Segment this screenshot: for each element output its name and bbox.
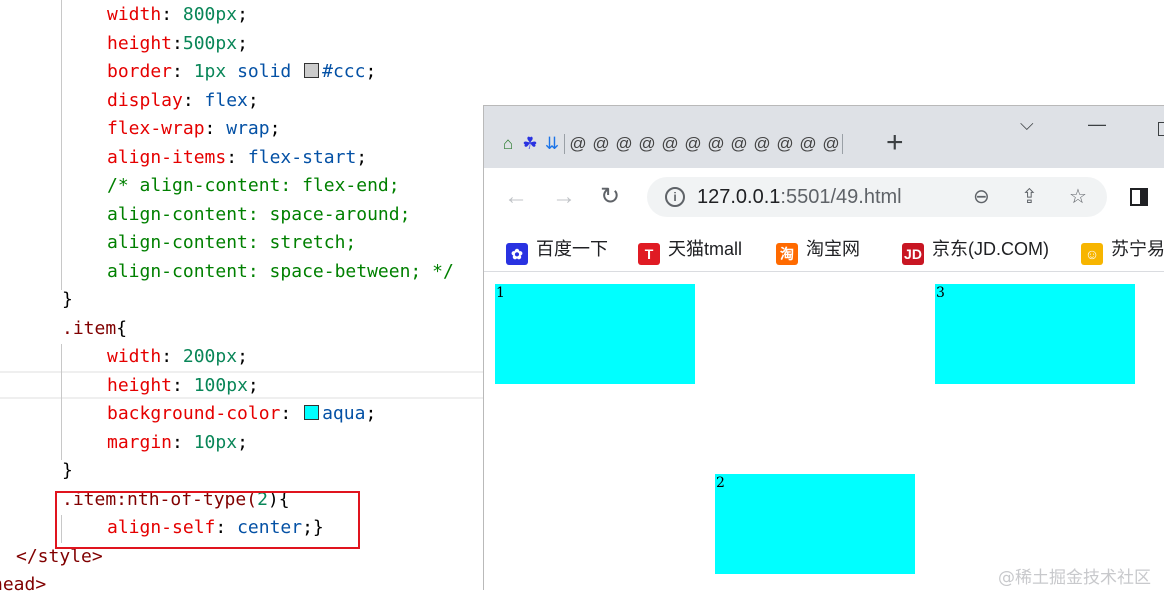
- css-property: flex-wrap: [107, 118, 205, 139]
- indent-guide: [61, 0, 62, 290]
- browser-window[interactable]: ⌂ ☘ ⇊ @ @ @ @ @ @ @ @ @ @ @ @ + ⌵ — ← → …: [483, 105, 1164, 590]
- css-value: wrap: [226, 118, 270, 139]
- css-property: display: [107, 90, 183, 111]
- css-property: width: [107, 4, 162, 25]
- generic-tab-icon[interactable]: @: [775, 131, 795, 157]
- code-comment[interactable]: /* align-content: flex-end;: [107, 172, 400, 200]
- css-property: border: [107, 61, 173, 82]
- address-bar[interactable]: i 127.0.0.1:5501/49.html ⊖ ⇪ ☆: [647, 177, 1107, 217]
- css-value: 200px: [182, 346, 238, 367]
- css-value: flex: [204, 90, 248, 111]
- url-text[interactable]: 127.0.0.1:5501/49.html: [697, 186, 902, 209]
- highlight-annotation-box: [55, 491, 360, 549]
- baidu-paw-icon[interactable]: ☘: [520, 131, 540, 157]
- css-property: height: [107, 375, 173, 396]
- code-line[interactable]: width: 800px;: [107, 1, 248, 29]
- jd-icon: JD: [902, 243, 924, 265]
- css-value: 1px: [193, 61, 227, 82]
- site-info-icon[interactable]: i: [665, 187, 685, 207]
- generic-tab-icon[interactable]: @: [637, 131, 657, 157]
- generic-tab-icon[interactable]: @: [614, 131, 634, 157]
- css-value: 800px: [182, 4, 238, 25]
- code-line[interactable]: margin: 10px;: [107, 429, 248, 457]
- baidu-icon: ✿: [506, 243, 528, 265]
- css-value: 100px: [193, 375, 248, 396]
- closing-brace[interactable]: }: [62, 286, 73, 314]
- bookmark-star-icon[interactable]: ☆: [1069, 184, 1087, 209]
- generic-tab-icon[interactable]: @: [660, 131, 680, 157]
- flex-item-box: 3: [935, 284, 1135, 384]
- home-ie-icon[interactable]: ⌂: [498, 131, 518, 157]
- code-line[interactable]: background-color: aqua;: [107, 400, 376, 428]
- code-comment[interactable]: align-content: space-between; */: [107, 258, 454, 286]
- generic-tab-icon[interactable]: @: [729, 131, 749, 157]
- css-value: #ccc: [322, 61, 366, 82]
- generic-tab-icon[interactable]: @: [568, 131, 588, 157]
- tab-divider: [842, 134, 843, 154]
- code-line[interactable]: width: 200px;: [107, 343, 248, 371]
- code-comment[interactable]: align-content: stretch;: [107, 229, 356, 257]
- bookmark-item[interactable]: ☺ 苏宁易: [1081, 236, 1164, 265]
- code-line[interactable]: border: 1px solid #ccc;: [107, 58, 376, 86]
- css-value: solid: [237, 61, 292, 82]
- tab-strip: ⌂ ☘ ⇊ @ @ @ @ @ @ @ @ @ @ @ @ + ⌵ —: [484, 106, 1164, 168]
- generic-tab-icon[interactable]: @: [683, 131, 703, 157]
- generic-tab-icon[interactable]: @: [821, 131, 841, 157]
- css-value: 10px: [193, 432, 238, 453]
- bookmark-item[interactable]: JD 京东(JD.COM): [902, 236, 1049, 265]
- css-value: flex-start: [247, 147, 357, 168]
- bookmark-item[interactable]: T 天猫tmall: [638, 236, 742, 265]
- forward-arrow-icon[interactable]: →: [552, 182, 576, 212]
- flex-item-box: 2: [715, 474, 915, 574]
- code-line[interactable]: height: 100px;: [107, 372, 259, 400]
- bookmark-item[interactable]: ✿ 百度一下: [506, 236, 608, 265]
- css-selector: .item: [62, 318, 117, 339]
- code-line[interactable]: display: flex;: [107, 87, 259, 115]
- generic-tab-icon[interactable]: @: [752, 131, 772, 157]
- back-arrow-icon[interactable]: ←: [504, 182, 528, 212]
- code-line[interactable]: .item{: [62, 315, 127, 343]
- css-property: background-color: [107, 403, 281, 424]
- code-line[interactable]: height:500px;: [107, 30, 248, 58]
- code-comment[interactable]: align-content: space-around;: [107, 201, 410, 229]
- side-panel-icon[interactable]: [1130, 188, 1148, 206]
- css-property: height: [107, 33, 173, 54]
- code-line[interactable]: align-items: flex-start;: [107, 144, 367, 172]
- page-viewport[interactable]: 1 3 2: [484, 273, 1164, 590]
- minimize-button[interactable]: —: [1088, 114, 1106, 135]
- share-icon[interactable]: ⇪: [1021, 184, 1038, 209]
- watermark-text: @稀土掘金技术社区: [998, 568, 1151, 588]
- css-value: aqua: [322, 403, 366, 424]
- color-swatch[interactable]: [304, 405, 320, 420]
- new-tab-button[interactable]: +: [886, 128, 904, 158]
- css-property: align-items: [107, 147, 227, 168]
- closing-brace[interactable]: }: [62, 457, 73, 485]
- generic-tab-icon[interactable]: @: [706, 131, 726, 157]
- head-close-tag[interactable]: head>: [0, 571, 46, 599]
- taobao-icon: 淘: [776, 243, 798, 265]
- generic-tab-icon[interactable]: @: [798, 131, 818, 157]
- color-swatch[interactable]: [304, 63, 320, 78]
- tab-divider: [564, 134, 565, 154]
- download-icon[interactable]: ⇊: [542, 131, 562, 157]
- css-property: width: [107, 346, 162, 367]
- tab-search-icon[interactable]: ⌵: [1020, 114, 1034, 135]
- generic-tab-icon[interactable]: @: [591, 131, 611, 157]
- css-value: 500px: [182, 33, 238, 54]
- indent-guide: [61, 344, 62, 460]
- suning-icon: ☺: [1081, 243, 1103, 265]
- css-property: margin: [107, 432, 173, 453]
- tmall-icon: T: [638, 243, 660, 265]
- code-line[interactable]: flex-wrap: wrap;: [107, 115, 280, 143]
- reload-icon[interactable]: ↻: [600, 182, 620, 212]
- browser-toolbar: ← → ↻ i 127.0.0.1:5501/49.html ⊖ ⇪ ☆: [484, 168, 1164, 228]
- zoom-icon[interactable]: ⊖: [973, 184, 990, 209]
- bookmarks-bar: ✿ 百度一下 T 天猫tmall 淘淘宝网 JD 京东(JD.COM) ☺ 苏宁易: [484, 228, 1164, 272]
- flex-item-box: 1: [495, 284, 695, 384]
- maximize-button[interactable]: [1158, 122, 1164, 136]
- bookmark-item[interactable]: 淘淘宝网: [776, 236, 860, 265]
